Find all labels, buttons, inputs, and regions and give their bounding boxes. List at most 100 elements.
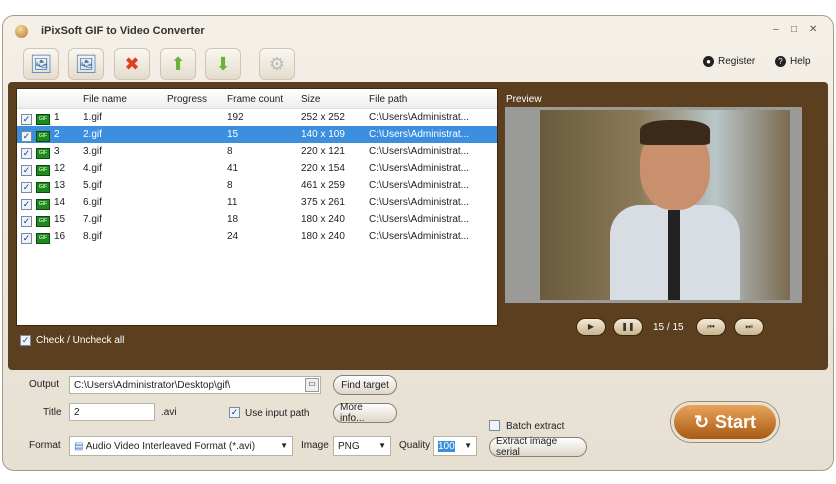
file-name: 4.gif	[83, 163, 102, 174]
image-format-value: PNG	[338, 441, 360, 452]
size: 180 x 240	[301, 231, 345, 242]
file-path: C:\Users\Administrat...	[369, 180, 470, 191]
row-checkbox[interactable]: ✓	[21, 165, 32, 176]
refresh-icon: ↻	[693, 411, 710, 432]
title-label: Title	[43, 407, 62, 418]
gif-file-icon: GIF	[36, 199, 50, 210]
settings-button[interactable]: ⚙	[259, 48, 295, 80]
table-row[interactable]: ✓ GIF 1 1.gif 192 252 x 252 C:\Users\Adm…	[17, 109, 497, 126]
batch-extract-checkbox[interactable]	[489, 420, 500, 431]
size: 375 x 261	[301, 197, 345, 208]
col-file-path[interactable]: File path	[369, 94, 407, 105]
use-input-path-checkbox[interactable]: ✓	[229, 407, 240, 418]
quality-label: Quality	[399, 440, 431, 451]
gif-file-icon: GIF	[36, 148, 50, 159]
row-checkbox[interactable]: ✓	[21, 182, 32, 193]
remove-file-button[interactable]: 🖼	[68, 48, 104, 80]
start-label: Start	[715, 411, 757, 432]
table-row[interactable]: ✓ GIF 3 3.gif 8 220 x 121 C:\Users\Admin…	[17, 143, 497, 160]
col-frame-count[interactable]: Frame count	[227, 94, 283, 105]
help-icon: ?	[775, 56, 786, 67]
add-file-button[interactable]: 🖼	[23, 48, 59, 80]
move-up-button[interactable]: ⬆	[160, 48, 196, 80]
image-label: Image	[301, 440, 329, 451]
arrow-up-icon: ⬆	[170, 53, 186, 74]
file-path: C:\Users\Administrat...	[369, 146, 470, 157]
list-header: File name Progress Frame count Size File…	[17, 89, 497, 109]
skip-back-icon: ⏮	[707, 322, 715, 331]
row-number: 13	[54, 180, 66, 191]
register-link[interactable]: ● Register	[703, 56, 755, 67]
table-row[interactable]: ✓ GIF 12 4.gif 41 220 x 154 C:\Users\Adm…	[17, 160, 497, 177]
frame-count: 24	[227, 231, 239, 242]
preview-image	[540, 110, 790, 300]
check-all-toggle[interactable]: ✓ Check / Uncheck all	[20, 335, 124, 346]
output-settings: Output C:\Users\Administrator\Desktop\gi…	[3, 370, 833, 470]
first-frame-button[interactable]: ⏮	[696, 318, 726, 336]
output-path-field[interactable]: C:\Users\Administrator\Desktop\gif\	[69, 376, 321, 394]
col-progress[interactable]: Progress	[167, 94, 207, 105]
folder-icon[interactable]: ▭	[305, 378, 319, 392]
close-button[interactable]: ✕	[809, 24, 817, 35]
play-icon: ▶	[587, 322, 595, 331]
size: 252 x 252	[301, 112, 345, 123]
col-file-name[interactable]: File name	[83, 94, 127, 105]
checkbox[interactable]: ✓	[20, 335, 31, 346]
file-name: 5.gif	[83, 180, 102, 191]
minimize-button[interactable]: –	[773, 24, 779, 35]
frame-count: 18	[227, 214, 239, 225]
row-checkbox[interactable]: ✓	[21, 216, 32, 227]
table-row[interactable]: ✓ GIF 15 7.gif 18 180 x 240 C:\Users\Adm…	[17, 211, 497, 228]
title-field[interactable]: 2	[69, 403, 155, 421]
preview-pane	[505, 107, 802, 303]
row-checkbox[interactable]: ✓	[21, 114, 32, 125]
add-image-icon: 🖼	[29, 53, 53, 74]
row-checkbox[interactable]: ✓	[21, 148, 32, 159]
app-title: iPixSoft GIF to Video Converter	[41, 25, 205, 37]
help-link[interactable]: ? Help	[775, 56, 811, 67]
gif-file-icon: GIF	[36, 114, 50, 125]
chevron-down-icon: ▼	[378, 441, 386, 450]
use-input-path-label: Use input path	[245, 408, 310, 419]
quality-value: 100	[438, 441, 455, 452]
row-number: 16	[54, 231, 66, 242]
table-row[interactable]: ✓ GIF 2 2.gif 15 140 x 109 C:\Users\Admi…	[17, 126, 497, 143]
file-path: C:\Users\Administrat...	[369, 231, 470, 242]
clear-list-button[interactable]: ✖	[114, 48, 150, 80]
delete-icon: ✖	[124, 53, 140, 74]
chevron-down-icon: ▼	[280, 441, 288, 450]
row-number: 12	[54, 163, 66, 174]
quality-select[interactable]: 100 ▼	[433, 436, 477, 456]
row-checkbox[interactable]: ✓	[21, 131, 32, 142]
last-frame-button[interactable]: ⏭	[734, 318, 764, 336]
frame-count: 15	[227, 129, 239, 140]
skip-forward-icon: ⏭	[745, 322, 753, 331]
row-checkbox[interactable]: ✓	[21, 199, 32, 210]
table-row[interactable]: ✓ GIF 16 8.gif 24 180 x 240 C:\Users\Adm…	[17, 228, 497, 245]
extract-image-serial-button[interactable]: Extract image serial	[489, 436, 587, 458]
gear-icon: ⚙	[268, 53, 286, 74]
arrow-down-icon: ⬇	[215, 53, 231, 74]
more-info-button[interactable]: More info...	[333, 402, 397, 424]
image-format-select[interactable]: PNG ▼	[333, 436, 391, 456]
frame-count: 8	[227, 146, 233, 157]
play-button[interactable]: ▶	[576, 318, 606, 336]
gif-file-icon: GIF	[36, 182, 50, 193]
gif-file-icon: GIF	[36, 165, 50, 176]
chevron-down-icon: ▼	[464, 441, 472, 450]
table-row[interactable]: ✓ GIF 14 6.gif 11 375 x 261 C:\Users\Adm…	[17, 194, 497, 211]
start-button[interactable]: ↻ Start	[671, 402, 779, 442]
col-size[interactable]: Size	[301, 94, 320, 105]
table-row[interactable]: ✓ GIF 13 5.gif 8 461 x 259 C:\Users\Admi…	[17, 177, 497, 194]
file-path: C:\Users\Administrat...	[369, 214, 470, 225]
format-select[interactable]: ▤ Audio Video Interleaved Format (*.avi)…	[69, 436, 293, 456]
move-down-button[interactable]: ⬇	[205, 48, 241, 80]
pause-button[interactable]: ❚❚	[613, 318, 643, 336]
frame-count: 41	[227, 163, 239, 174]
row-number: 1	[54, 112, 60, 123]
find-target-button[interactable]: Find target	[333, 375, 397, 395]
size: 461 x 259	[301, 180, 345, 191]
file-list[interactable]: File name Progress Frame count Size File…	[16, 88, 498, 326]
row-checkbox[interactable]: ✓	[21, 233, 32, 244]
maximize-button[interactable]: □	[791, 24, 797, 35]
